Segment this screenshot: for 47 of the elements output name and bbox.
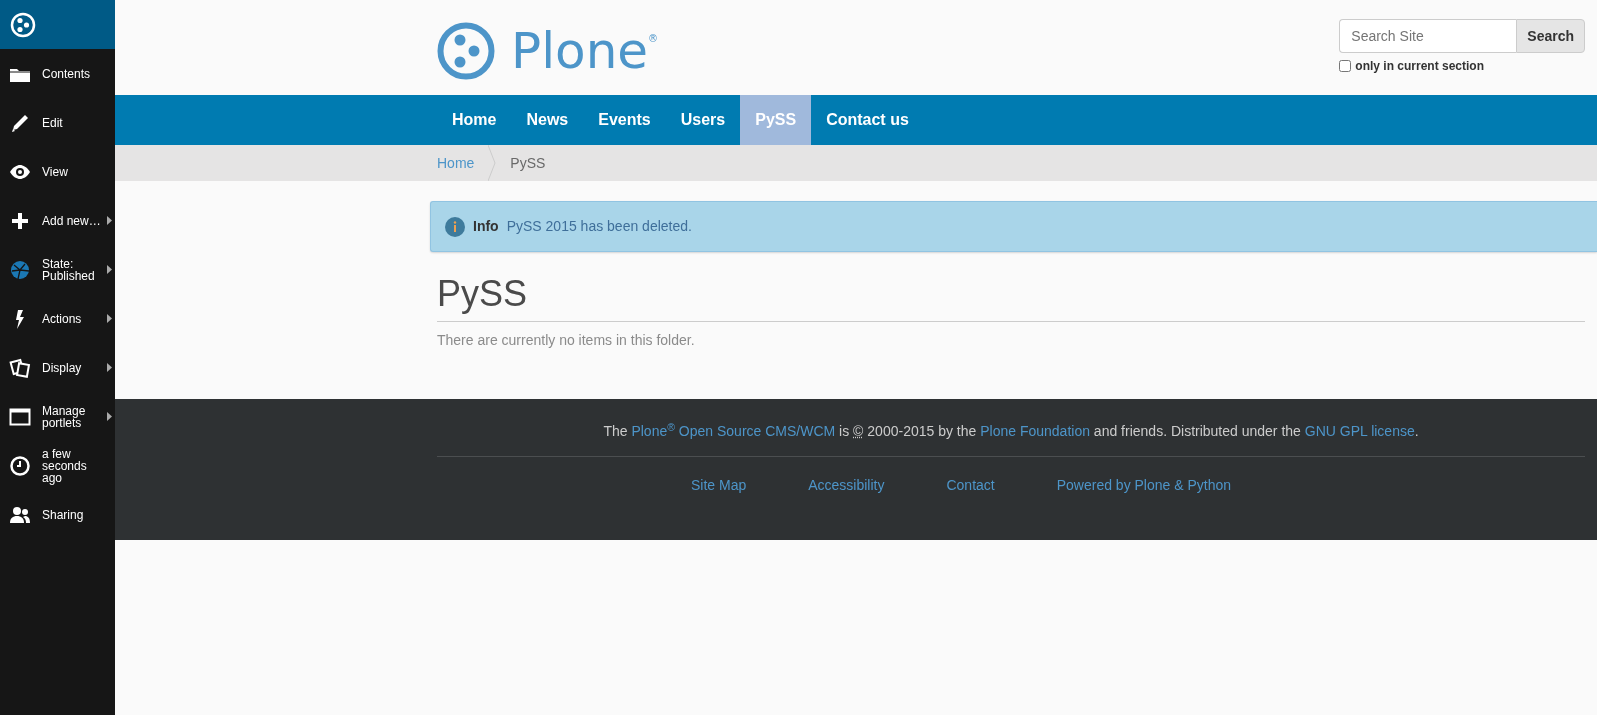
copyright-abbr: ©	[853, 423, 864, 440]
page-heading: PySS	[437, 272, 1585, 323]
copyright-notice: The Plone$^{®}$ Open Source CMS/WCM is © 2000-2015 by the Plone Foundation and friends. Distributed under the GNU GPL license.	[602, 419, 1420, 442]
toolbar-item[interactable]: Sharing	[0, 490, 115, 539]
globe-icon	[9, 258, 31, 281]
section-checkbox[interactable]	[1339, 60, 1352, 72]
checkbox-label: only in current section	[1355, 58, 1484, 75]
empty-folder-message: There are currently no items in this folder.	[437, 331, 696, 351]
pictures-icon	[9, 356, 31, 379]
footer-link[interactable]: Accessibility	[808, 475, 885, 497]
search-field[interactable]: Search Site	[1339, 19, 1517, 53]
nav-tab[interactable]: Events	[583, 95, 666, 145]
breadcrumb-link[interactable]: Home	[437, 152, 475, 174]
footer-link[interactable]: Site Map	[690, 475, 747, 497]
toolbar-item[interactable]: a few seconds ago	[0, 441, 115, 490]
breadcrumb-current: PySS	[510, 153, 546, 173]
logo-icon[interactable]	[10, 11, 36, 38]
clock-icon	[9, 454, 31, 477]
caret-icon	[107, 216, 112, 225]
logo-icon	[437, 21, 495, 80]
breadcrumb-separator-icon	[488, 145, 497, 181]
toolbar-item[interactable]: Display	[0, 343, 115, 392]
footer-link[interactable]: Powered by Plone & Python	[1056, 475, 1232, 497]
nav-tab[interactable]: News	[511, 95, 584, 145]
caret-icon	[107, 265, 112, 274]
nav-tab[interactable]: Contact us	[811, 95, 924, 145]
footer-link[interactable]: Plone Foundation	[980, 423, 1090, 440]
nav-tab[interactable]: Home	[437, 95, 512, 145]
search-button[interactable]: Search	[1516, 19, 1585, 53]
toolbar-item[interactable]: State: Published	[0, 245, 115, 294]
toolbar-item[interactable]: Add new…	[0, 196, 115, 245]
toolbar-item[interactable]: Manage portlets	[0, 392, 115, 441]
alert-title: Info	[473, 217, 499, 236]
toolbar-item[interactable]: View	[0, 147, 115, 196]
caret-icon	[107, 363, 112, 372]
caret-icon	[107, 314, 112, 323]
toolbar-item[interactable]: Actions	[0, 294, 115, 343]
alert-message: PySS 2015 has been deleted.	[506, 217, 692, 236]
info-icon	[445, 216, 465, 237]
caret-icon	[107, 412, 112, 421]
footer-link[interactable]: Plone$^{®}$ Open Source CMS/WCM	[631, 423, 836, 440]
site-logo-text[interactable]: Plone$^{®}$	[511, 25, 659, 76]
nav-tab[interactable]: Users	[665, 95, 741, 145]
toolbar-item[interactable]: Edit	[0, 98, 115, 147]
footer-link[interactable]: Contact	[946, 475, 995, 497]
toolbar-item[interactable]: Contents	[0, 49, 115, 98]
footer-link[interactable]: GNU GPL license	[1304, 423, 1415, 440]
